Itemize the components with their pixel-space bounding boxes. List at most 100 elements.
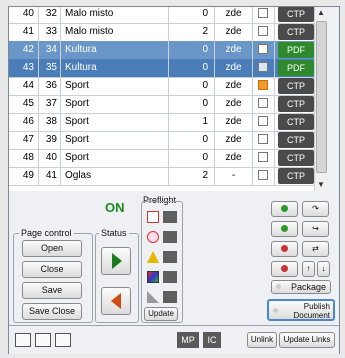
package-icon [276, 284, 281, 289]
status-forward-button[interactable] [101, 247, 131, 275]
red-dot-icon [281, 245, 288, 253]
pdf-badge[interactable]: PDF [278, 42, 314, 58]
ctp-badge[interactable]: CTP [278, 132, 314, 148]
table-row[interactable]: 45 37 Sport 0 zde CTP [9, 95, 327, 114]
ctp-badge[interactable]: CTP [278, 150, 314, 166]
row-number-cell: 44 [9, 77, 39, 95]
table-row[interactable]: 48 40 Sport 0 zde CTP [9, 149, 327, 168]
scroll-down-icon[interactable]: ▼ [315, 179, 327, 191]
count-cell: 0 [169, 59, 215, 77]
preflight-swatch [163, 271, 177, 283]
red-spread-button[interactable] [271, 261, 298, 277]
section-name-cell: Sport [61, 113, 169, 131]
status-cell: zde [215, 41, 253, 59]
row-checkbox[interactable] [258, 98, 268, 108]
pages-panel: 40 32 Malo misto 0 zde CTP 41 33 Malo misto 2 zde C… [8, 6, 340, 354]
status-cell: - [215, 167, 253, 185]
row-number-cell: 47 [9, 131, 39, 149]
status-cell: zde [215, 149, 253, 167]
move-down-button[interactable]: ↓ [317, 261, 330, 277]
status-cell: zde [215, 59, 253, 77]
count-cell: 0 [169, 7, 215, 23]
ic-badge[interactable]: IC [203, 332, 221, 348]
table-row[interactable]: 41 33 Malo misto 2 zde CTP [9, 23, 327, 42]
row-checkbox[interactable] [258, 170, 268, 180]
row-checkbox[interactable] [258, 62, 268, 72]
row-checkbox[interactable] [258, 44, 268, 54]
table-row[interactable]: 40 32 Malo misto 0 zde CTP [9, 7, 327, 24]
save-close-button[interactable]: Save Close [22, 303, 82, 320]
page-number-cell: 37 [39, 95, 61, 113]
preflight-swatch [163, 231, 177, 243]
page-number-cell: 41 [39, 167, 61, 185]
rotate-page-button[interactable]: ↷ [302, 201, 329, 217]
row-checkbox[interactable] [258, 80, 268, 90]
table-row[interactable]: 44 36 Sport 0 zde CTP [9, 77, 327, 96]
page-number-cell: 38 [39, 113, 61, 131]
section-name-cell: Sport [61, 131, 169, 149]
spread-view-icon[interactable] [55, 333, 71, 347]
count-cell: 1 [169, 113, 215, 131]
ctp-badge[interactable]: CTP [278, 168, 314, 184]
page-green-action-button[interactable] [271, 201, 298, 217]
play-right-icon [112, 253, 122, 269]
green-dot-icon [281, 225, 288, 233]
row-number-cell: 48 [9, 149, 39, 167]
mp-badge[interactable]: MP [177, 332, 199, 348]
single-page-view-icon[interactable] [15, 333, 31, 347]
minimize-view-icon[interactable] [35, 333, 51, 347]
ctp-badge[interactable]: CTP [278, 7, 314, 22]
row-number-cell: 49 [9, 167, 39, 185]
row-number-cell: 43 [9, 59, 39, 77]
row-checkbox[interactable] [258, 26, 268, 36]
table-row[interactable]: 43 35 Kultura 0 zde PDF [9, 59, 327, 78]
page-number-cell: 40 [39, 149, 61, 167]
package-button[interactable]: Package [271, 280, 331, 294]
publish-document-button[interactable]: Publish Document [267, 299, 335, 321]
ctp-badge[interactable]: CTP [278, 114, 314, 130]
save-button[interactable]: Save [22, 282, 82, 299]
table-row[interactable]: 42 34 Kultura 0 zde PDF [9, 41, 327, 60]
red-page-button[interactable] [271, 241, 298, 257]
table-row[interactable]: 49 41 Oglas 2- CTP [9, 167, 327, 186]
row-checkbox[interactable] [258, 8, 268, 18]
checkbox-cell [253, 23, 275, 41]
ctp-badge[interactable]: CTP [278, 24, 314, 40]
pdf-badge[interactable]: PDF [278, 60, 314, 76]
section-name-cell: Kultura [61, 41, 169, 59]
redo-page-button[interactable]: ↪ [302, 221, 329, 237]
green-page-button[interactable] [271, 221, 298, 237]
checkbox-cell [253, 59, 275, 77]
split-page-button[interactable]: ⇄ [302, 241, 329, 257]
row-checkbox[interactable] [258, 134, 268, 144]
package-label: Package [290, 282, 326, 292]
checkbox-cell [253, 113, 275, 131]
preflight-update-button[interactable]: Update [144, 307, 178, 321]
close-button[interactable]: Close [22, 261, 82, 278]
table-row[interactable]: 47 39 Sport 0 zde CTP [9, 131, 327, 150]
table-row[interactable]: 46 38 Sport 1 zde CTP [9, 113, 327, 132]
ctp-badge[interactable]: CTP [278, 78, 314, 94]
count-cell: 2 [169, 167, 215, 185]
publish-icon [273, 308, 278, 313]
status-cell: zde [215, 7, 253, 23]
pages-grid: 40 32 Malo misto 0 zde CTP 41 33 Malo misto 2 zde C… [9, 7, 327, 191]
row-number-cell: 45 [9, 95, 39, 113]
count-cell: 0 [169, 77, 215, 95]
scroll-up-icon[interactable]: ▲ [315, 7, 327, 19]
scroll-thumb[interactable] [316, 21, 327, 173]
move-up-button[interactable]: ↑ [302, 261, 315, 277]
status-on-label: ON [105, 200, 125, 215]
status-back-button[interactable] [101, 287, 131, 315]
grid-scrollbar[interactable]: ▲ ▼ [314, 7, 327, 191]
update-links-button[interactable]: Update Links [279, 332, 335, 348]
ctp-badge[interactable]: CTP [278, 96, 314, 112]
status-label: Status [99, 228, 129, 238]
row-checkbox[interactable] [258, 152, 268, 162]
open-button[interactable]: Open [22, 240, 82, 257]
page-control-label: Page control [19, 228, 74, 238]
unlink-button[interactable]: Unlink [247, 332, 277, 348]
row-checkbox[interactable] [258, 116, 268, 126]
preflight-swatch [163, 251, 177, 263]
status-cell: zde [215, 131, 253, 149]
